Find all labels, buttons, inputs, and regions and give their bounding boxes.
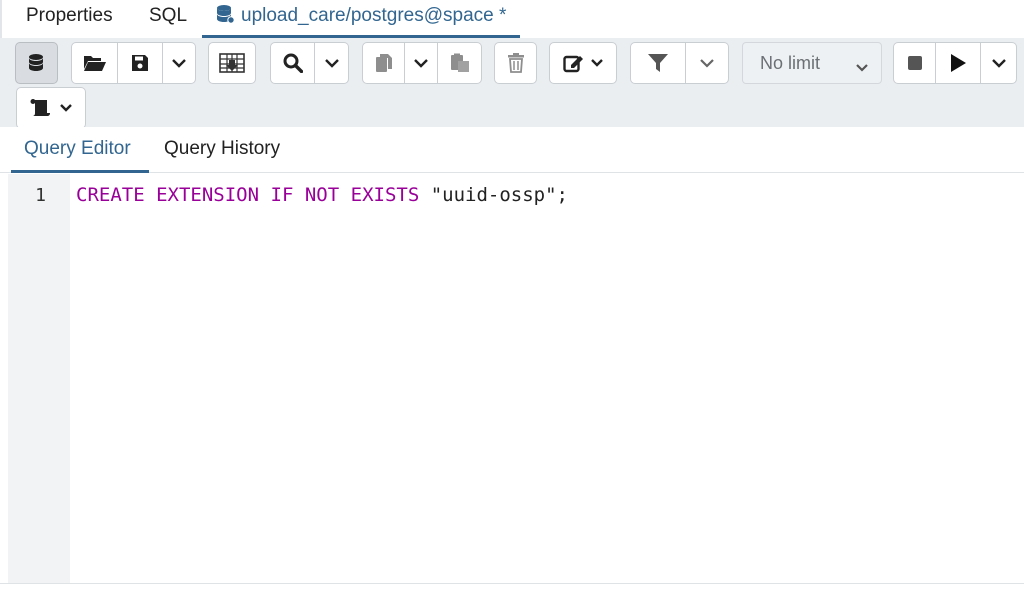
folder-open-icon bbox=[83, 53, 107, 73]
tab-query-tool[interactable]: upload_care/postgres@space * bbox=[202, 0, 521, 38]
paste-button[interactable] bbox=[438, 42, 482, 84]
trash-icon bbox=[507, 53, 525, 73]
chevron-down-icon bbox=[855, 57, 869, 78]
tab-query-tool-label: upload_care/postgres@space * bbox=[241, 5, 507, 26]
panel-tab-bar: Properties SQL upload_care/postgres@spac… bbox=[0, 0, 1024, 38]
copy-options-dropdown[interactable] bbox=[405, 42, 438, 84]
tab-sql[interactable]: SQL bbox=[149, 0, 187, 38]
rows-limit-value: No limit bbox=[760, 52, 821, 73]
tab-query-history[interactable]: Query History bbox=[164, 127, 280, 173]
editor-bottom-border bbox=[0, 583, 1024, 591]
keyword-token: IF bbox=[270, 184, 294, 206]
edit-icon bbox=[562, 53, 587, 73]
line-number: 1 bbox=[35, 185, 46, 206]
play-icon bbox=[949, 53, 967, 73]
save-file-button[interactable] bbox=[118, 42, 163, 84]
search-icon bbox=[283, 53, 303, 73]
filter-icon bbox=[647, 53, 669, 73]
copy-button[interactable] bbox=[362, 42, 405, 84]
paste-icon bbox=[450, 53, 470, 73]
keyword-token: EXISTS bbox=[350, 184, 420, 206]
editor-tab-bar: Query Editor Query History bbox=[0, 127, 1024, 173]
edit-menu-button[interactable] bbox=[549, 42, 617, 84]
chevron-down-icon bbox=[171, 58, 187, 68]
chevron-down-icon bbox=[590, 58, 604, 68]
database-icon bbox=[27, 53, 47, 73]
find-button[interactable] bbox=[270, 42, 315, 84]
database-icon bbox=[215, 3, 235, 35]
rows-limit-select[interactable]: No limit bbox=[742, 42, 882, 84]
code-line[interactable]: CREATE EXTENSION IF NOT EXISTS "uuid-oss… bbox=[76, 184, 568, 206]
chevron-down-icon bbox=[699, 58, 715, 68]
keyword-token: EXTENSION bbox=[156, 184, 260, 206]
chevron-down-icon bbox=[59, 103, 73, 113]
string-literal-token: "uuid-ossp"; bbox=[430, 184, 568, 206]
delete-button[interactable] bbox=[494, 42, 537, 84]
sql-editor[interactable]: 1 CREATE EXTENSION IF NOT EXISTS "uuid-o… bbox=[8, 174, 1024, 583]
save-options-dropdown[interactable] bbox=[163, 42, 196, 84]
line-number-gutter: 1 bbox=[8, 174, 70, 583]
open-file-button[interactable] bbox=[71, 42, 118, 84]
query-toolbar: No limit bbox=[0, 38, 1024, 129]
tab-query-editor[interactable]: Query Editor bbox=[11, 127, 149, 173]
connection-status-button[interactable] bbox=[15, 42, 58, 84]
macros-button[interactable] bbox=[16, 87, 86, 129]
save-icon bbox=[131, 54, 149, 72]
execute-button[interactable] bbox=[936, 42, 981, 84]
edit-data-grid-button[interactable] bbox=[208, 42, 256, 84]
grid-icon bbox=[219, 53, 245, 73]
chevron-down-icon bbox=[413, 58, 429, 68]
stop-icon bbox=[907, 55, 923, 71]
chevron-down-icon bbox=[324, 58, 340, 68]
execute-options-dropdown[interactable] bbox=[981, 42, 1017, 84]
copy-icon bbox=[375, 53, 393, 73]
keyword-token: CREATE bbox=[76, 184, 145, 206]
keyword-token: NOT bbox=[304, 184, 340, 206]
scroll-icon bbox=[29, 98, 55, 118]
chevron-down-icon bbox=[991, 58, 1007, 68]
cancel-query-button[interactable] bbox=[893, 42, 936, 84]
find-options-dropdown[interactable] bbox=[315, 42, 349, 84]
filter-button[interactable] bbox=[630, 42, 686, 84]
filter-options-dropdown[interactable] bbox=[686, 42, 729, 84]
tab-properties[interactable]: Properties bbox=[26, 0, 113, 38]
